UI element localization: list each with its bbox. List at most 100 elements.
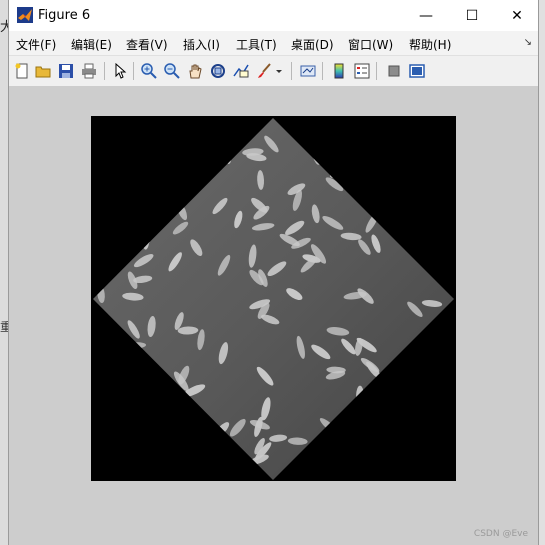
window-title: Figure 6	[38, 8, 91, 23]
rice-grain	[144, 377, 155, 394]
link-plot-icon[interactable]	[298, 61, 318, 81]
zoom-out-icon[interactable]	[162, 61, 182, 81]
rice-grain	[400, 213, 420, 222]
rice-grain	[125, 438, 147, 450]
rice-grain	[332, 128, 350, 139]
rice-grain	[401, 441, 413, 465]
rice-grain	[368, 429, 377, 454]
background-desktop-right	[539, 0, 545, 545]
image-region	[93, 118, 454, 480]
rice-grain	[116, 196, 135, 209]
hide-plot-tools-icon[interactable]	[384, 61, 404, 81]
rice-grain	[126, 369, 143, 388]
toolbar-separator	[104, 62, 105, 80]
corner-arrow-icon[interactable]: ↘	[524, 37, 532, 48]
menu-desktop[interactable]: 桌面(D)	[291, 36, 334, 53]
figure-window: Figure 6 — ☐ ✕ 文件(F) 编辑(E) 查看(V) 插入(I) 工…	[8, 0, 539, 545]
minimize-button[interactable]: —	[403, 0, 449, 31]
close-icon: ✕	[511, 7, 523, 24]
rice-grain	[125, 390, 146, 400]
rice-grain	[357, 433, 366, 457]
data-cursor-icon[interactable]	[231, 61, 251, 81]
rice-grain	[127, 420, 144, 435]
close-button[interactable]: ✕	[494, 0, 540, 31]
rice-grain	[148, 120, 170, 134]
rice-grain	[428, 182, 446, 193]
insert-colorbar-icon[interactable]	[329, 61, 349, 81]
rice-grain	[101, 190, 119, 209]
toolbar-separator	[322, 62, 323, 80]
save-icon[interactable]	[56, 61, 76, 81]
rice-grain	[356, 385, 364, 407]
maximize-icon: ☐	[465, 7, 479, 24]
menu-edit[interactable]: 编辑(E)	[71, 36, 112, 53]
rice-grain	[386, 445, 396, 466]
rice-grain	[136, 426, 149, 446]
rice-grain	[382, 133, 406, 141]
rice-grain	[141, 399, 153, 416]
rice-grain	[428, 148, 445, 161]
rice-grain	[126, 172, 134, 193]
rice-grain	[99, 240, 108, 261]
print-icon[interactable]	[79, 61, 99, 81]
rice-grain	[99, 179, 115, 199]
rice-grain	[427, 427, 443, 442]
rice-grain	[418, 225, 439, 237]
matlab-logo-icon	[17, 7, 33, 23]
rice-grain	[324, 142, 332, 163]
rice-grain	[127, 124, 147, 139]
watermark-text: CSDN @Eve	[473, 529, 528, 539]
menu-insert[interactable]: 插入(I)	[183, 36, 220, 53]
rice-grain	[121, 143, 139, 156]
rice-grain	[120, 192, 142, 205]
figure-toolbar	[9, 56, 538, 87]
rotate-3d-icon[interactable]	[208, 61, 228, 81]
rice-grain	[404, 359, 424, 370]
maximize-button[interactable]: ☐	[449, 0, 495, 31]
toolbar-separator	[376, 62, 377, 80]
brush-icon[interactable]	[254, 61, 274, 81]
pan-hand-icon[interactable]	[185, 61, 205, 81]
rice-grain	[324, 439, 345, 454]
menu-help[interactable]: 帮助(H)	[409, 36, 451, 53]
zoom-in-icon[interactable]	[139, 61, 159, 81]
rice-grain	[204, 131, 227, 140]
open-file-icon[interactable]	[33, 61, 53, 81]
menu-window[interactable]: 窗口(W)	[348, 36, 393, 53]
rice-grain	[426, 327, 439, 346]
rice-grain	[176, 178, 194, 189]
rice-grain	[130, 234, 150, 244]
edit-plot-arrow-icon[interactable]	[110, 61, 130, 81]
show-plot-tools-icon[interactable]	[407, 61, 427, 81]
rice-grain	[122, 243, 141, 252]
rice-grain	[183, 166, 191, 189]
new-figure-icon[interactable]	[12, 61, 32, 81]
rice-grain	[381, 178, 394, 197]
rice-grain	[100, 375, 108, 398]
rice-grain	[155, 390, 164, 412]
menu-file[interactable]: 文件(F)	[16, 36, 56, 53]
insert-legend-icon[interactable]	[352, 61, 372, 81]
toolbar-separator	[291, 62, 292, 80]
title-bar[interactable]: Figure 6 — ☐ ✕	[9, 0, 538, 31]
minimize-icon: —	[419, 7, 433, 24]
rice-grain	[357, 139, 367, 159]
rice-grain	[102, 386, 112, 409]
menu-bar: 文件(F) 编辑(E) 查看(V) 插入(I) 工具(T) 桌面(D) 窗口(W…	[9, 31, 538, 56]
rice-grain	[97, 454, 108, 473]
rice-grain	[136, 372, 154, 383]
menu-view[interactable]: 查看(V)	[126, 36, 168, 53]
toolbar-separator	[133, 62, 134, 80]
menu-tools[interactable]: 工具(T)	[236, 36, 277, 53]
brush-dropdown-icon[interactable]	[274, 61, 284, 81]
image-axes[interactable]	[91, 116, 456, 481]
rotated-rice-image	[93, 118, 454, 480]
rice-grain	[366, 166, 388, 178]
figure-canvas[interactable]: CSDN @Eve	[9, 86, 538, 545]
rice-grain	[371, 383, 388, 399]
rice-grain	[211, 456, 230, 470]
rice-grain	[123, 419, 133, 440]
rice-grain	[422, 118, 436, 136]
rice-grain	[409, 157, 425, 176]
rice-grain	[101, 330, 120, 342]
